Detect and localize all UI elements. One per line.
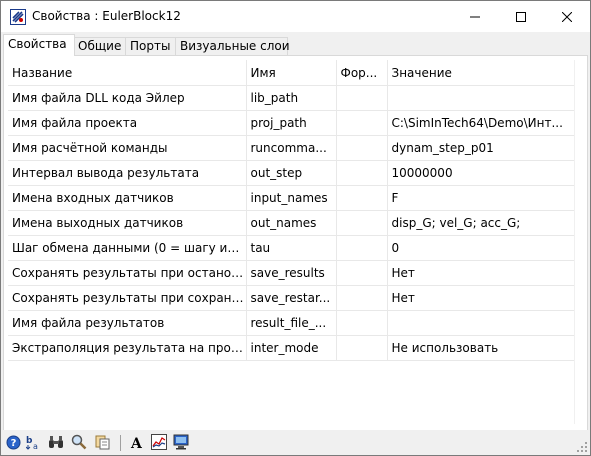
tab-properties-label: Свойства: [8, 37, 67, 51]
tab-general[interactable]: Общие: [73, 37, 127, 55]
property-title: Экстраполяция результата на проме...: [8, 335, 247, 361]
font-icon[interactable]: A: [129, 434, 145, 450]
vertical-scrollbar[interactable]: [574, 60, 586, 424]
minimize-button[interactable]: [452, 1, 498, 32]
property-value[interactable]: Нет: [387, 285, 575, 311]
table-row[interactable]: Интервал вывода результата out_step 1000…: [8, 160, 575, 186]
property-format[interactable]: [336, 335, 388, 361]
tab-properties[interactable]: Свойства: [3, 34, 75, 56]
property-title: Имена выходных датчиков: [8, 210, 247, 236]
column-header-value[interactable]: Значение: [387, 60, 575, 86]
property-format[interactable]: [336, 235, 388, 261]
property-value[interactable]: Нет: [387, 260, 575, 286]
tab-visual-layers-label: Визуальные слои: [180, 39, 290, 53]
help-icon[interactable]: ?: [5, 434, 21, 450]
property-format[interactable]: [336, 185, 388, 211]
property-id: runcomma...: [246, 135, 337, 161]
property-format[interactable]: [336, 210, 388, 236]
tab-ports-label: Порты: [130, 39, 171, 53]
minimize-icon: [470, 16, 480, 17]
property-title: Имя файла результатов: [8, 310, 247, 336]
property-title: Имена входных датчиков: [8, 185, 247, 211]
copy-properties-icon[interactable]: [95, 434, 111, 450]
table-row[interactable]: Имя файла результатов result_file_...: [8, 310, 575, 336]
properties-panel: Название Имя Фор... Значение Имя файла D…: [3, 55, 588, 431]
svg-text:b: b: [26, 436, 33, 446]
monitor-icon[interactable]: [173, 434, 189, 450]
property-id: lib_path: [246, 85, 337, 111]
tab-strip: Свойства Общие Порты Визуальные слои: [3, 34, 588, 56]
property-value[interactable]: C:\SimInTech64\Demo\Инт...: [387, 110, 575, 136]
tab-ports[interactable]: Порты: [125, 37, 177, 55]
property-value[interactable]: dynam_step_p01: [387, 135, 575, 161]
property-format[interactable]: [336, 285, 388, 311]
table-row[interactable]: Имена выходных датчиков out_names disp_G…: [8, 210, 575, 236]
property-title: Сохранять результаты при остановке: [8, 260, 247, 286]
tab-visual-layers[interactable]: Визуальные слои: [175, 37, 290, 55]
property-id: result_file_...: [246, 310, 337, 336]
column-header-title[interactable]: Название: [8, 60, 247, 86]
column-header-format[interactable]: Фор...: [336, 60, 388, 86]
table-row[interactable]: Имя расчётной команды runcomma... dynam_…: [8, 135, 575, 161]
property-id: proj_path: [246, 110, 337, 136]
magnifier-icon[interactable]: [71, 434, 87, 450]
svg-text:a: a: [33, 442, 38, 450]
property-id: inter_mode: [246, 335, 337, 361]
properties-table: Название Имя Фор... Значение Имя файла D…: [8, 60, 575, 361]
property-id: out_names: [246, 210, 337, 236]
property-title: Имя файла DLL кода Эйлер: [8, 85, 247, 111]
table-row[interactable]: Имя файла проекта proj_path C:\SimInTech…: [8, 110, 575, 136]
property-value[interactable]: disp_G; vel_G; acc_G;: [387, 210, 575, 236]
maximize-button[interactable]: [498, 1, 544, 32]
app-icon: [10, 9, 26, 25]
table-row[interactable]: Сохранять результаты при остановке save_…: [8, 260, 575, 286]
property-title: Интервал вывода результата: [8, 160, 247, 186]
table-row[interactable]: Шаг обмена данными (0 = шагу инт... tau …: [8, 235, 575, 261]
property-id: out_step: [246, 160, 337, 186]
table-row[interactable]: Экстраполяция результата на проме... int…: [8, 335, 575, 361]
property-id: tau: [246, 235, 337, 261]
property-value[interactable]: 10000000: [387, 160, 575, 186]
property-id: save_restar...: [246, 285, 337, 311]
chart-icon[interactable]: [151, 434, 167, 450]
binoculars-icon[interactable]: [48, 434, 64, 450]
bottom-toolbar: ? ba A: [1, 430, 590, 455]
property-format[interactable]: [336, 85, 388, 111]
property-value[interactable]: [387, 310, 575, 336]
table-row[interactable]: Имена входных датчиков input_names F: [8, 185, 575, 211]
sort-alphabetical-icon[interactable]: ba: [26, 434, 42, 450]
property-value[interactable]: 0: [387, 235, 575, 261]
property-format[interactable]: [336, 135, 388, 161]
property-value[interactable]: Не использовать: [387, 335, 575, 361]
tab-general-label: Общие: [78, 39, 122, 53]
table-row[interactable]: Сохранять результаты при сохранен... sav…: [8, 285, 575, 311]
close-button[interactable]: [544, 1, 590, 32]
maximize-icon: [516, 11, 526, 22]
property-id: save_results: [246, 260, 337, 286]
property-value[interactable]: F: [387, 185, 575, 211]
property-title: Шаг обмена данными (0 = шагу инт...: [8, 235, 247, 261]
svg-text:?: ?: [10, 438, 16, 449]
properties-grid: Название Имя Фор... Значение Имя файла D…: [8, 60, 576, 424]
close-icon: [562, 11, 572, 22]
property-title: Имя расчётной команды: [8, 135, 247, 161]
property-format[interactable]: [336, 260, 388, 286]
title-bar[interactable]: Свойства : EulerBlock12: [1, 1, 590, 32]
properties-window: Свойства : EulerBlock12 Свойства Общие П…: [0, 0, 591, 456]
property-format[interactable]: [336, 310, 388, 336]
property-value[interactable]: [387, 85, 575, 111]
table-row[interactable]: Имя файла DLL кода Эйлер lib_path: [8, 85, 575, 111]
toolbar-separator: [120, 435, 121, 451]
property-title: Имя файла проекта: [8, 110, 247, 136]
property-format[interactable]: [336, 110, 388, 136]
table-header-row: Название Имя Фор... Значение: [8, 60, 575, 86]
property-format[interactable]: [336, 160, 388, 186]
resize-grip-icon[interactable]: [577, 442, 588, 453]
window-title: Свойства : EulerBlock12: [32, 9, 181, 23]
column-header-name[interactable]: Имя: [246, 60, 337, 86]
svg-text:A: A: [130, 436, 143, 450]
property-id: input_names: [246, 185, 337, 211]
property-title: Сохранять результаты при сохранен...: [8, 285, 247, 311]
